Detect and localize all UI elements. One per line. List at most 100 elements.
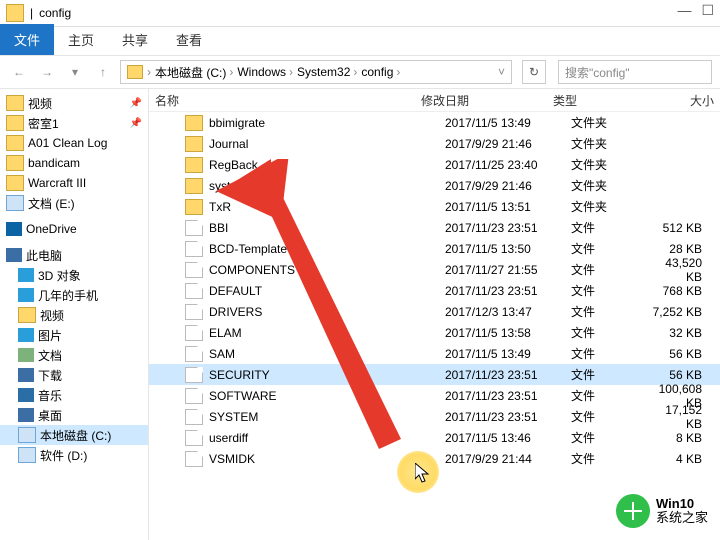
nav-tree[interactable]: 视频📌密室1📌A01 Clean LogbandicamWarcraft III… (0, 89, 149, 540)
col-date[interactable]: 修改日期 (415, 92, 547, 109)
onedrive-icon (6, 222, 22, 236)
file-name: SOFTWARE (209, 389, 277, 403)
file-size: 56 KB (651, 347, 720, 361)
table-row[interactable]: COMPONENTS2017/11/27 21:55文件43,520 KB (149, 259, 720, 280)
table-row[interactable]: TxR2017/11/5 13:51文件夹 (149, 196, 720, 217)
file-date: 2017/11/23 23:51 (439, 410, 565, 424)
table-row[interactable]: ELAM2017/11/5 13:58文件32 KB (149, 322, 720, 343)
file-name: RegBack (209, 158, 258, 172)
file-icon (185, 283, 203, 299)
file-icon (185, 304, 203, 320)
folder-icon (185, 199, 203, 215)
tree-item[interactable]: 视频 (0, 305, 148, 325)
file-date: 2017/11/25 23:40 (439, 158, 565, 172)
tree-item[interactable]: 文档 (E:) (0, 193, 148, 213)
table-row[interactable]: systemprofile2017/9/29 21:46文件夹 (149, 175, 720, 196)
file-name: TxR (209, 200, 231, 214)
file-name: VSMIDK (209, 452, 255, 466)
col-name[interactable]: 名称 (149, 92, 415, 109)
folder-icon (185, 178, 203, 194)
tree-onedrive[interactable]: OneDrive (0, 219, 148, 239)
file-size: 4 KB (651, 452, 720, 466)
file-type: 文件夹 (565, 114, 651, 131)
ribbon: 文件 主页 共享 查看 (0, 27, 720, 55)
file-type: 文件 (565, 429, 651, 446)
tree-item[interactable]: 文档 (0, 345, 148, 365)
table-row[interactable]: SECURITY2017/11/23 23:51文件56 KB (149, 364, 720, 385)
table-row[interactable]: SOFTWARE2017/11/23 23:51文件100,608 KB (149, 385, 720, 406)
file-type: 文件 (565, 219, 651, 236)
tree-this-pc[interactable]: 此电脑 (0, 245, 148, 265)
crumb-sep: › (147, 65, 151, 79)
tree-item[interactable]: 音乐 (0, 385, 148, 405)
search-input[interactable]: 搜索"config" (558, 60, 712, 84)
file-name: BCD-Template (209, 242, 287, 256)
table-row[interactable]: SAM2017/11/5 13:49文件56 KB (149, 343, 720, 364)
file-list: 名称 修改日期 类型 大小 bbimigrate2017/11/5 13:49文… (149, 89, 720, 540)
back-button[interactable]: ← (8, 61, 30, 83)
file-name: SYSTEM (209, 410, 258, 424)
file-icon (185, 262, 203, 278)
file-icon (185, 346, 203, 362)
refresh-button[interactable]: ↻ (522, 60, 546, 84)
tree-item[interactable]: A01 Clean Log (0, 133, 148, 153)
file-size: 28 KB (651, 242, 720, 256)
file-icon (185, 220, 203, 236)
forward-button[interactable]: → (36, 61, 58, 83)
table-row[interactable]: VSMIDK2017/9/29 21:44文件4 KB (149, 448, 720, 469)
address-dropdown-icon[interactable]: ˅ (498, 65, 505, 79)
table-row[interactable]: DEFAULT2017/11/23 23:51文件768 KB (149, 280, 720, 301)
table-row[interactable]: BBI2017/11/23 23:51文件512 KB (149, 217, 720, 238)
column-headers[interactable]: 名称 修改日期 类型 大小 (149, 89, 720, 112)
watermark-logo-icon (616, 494, 650, 528)
file-type: 文件 (565, 450, 651, 467)
tree-item[interactable]: Warcraft III (0, 173, 148, 193)
pc-icon (6, 248, 22, 262)
table-row[interactable]: SYSTEM2017/11/23 23:51文件17,152 KB (149, 406, 720, 427)
address-bar[interactable]: › 本地磁盘 (C:)› Windows› System32› config› … (120, 60, 512, 84)
watermark-sub: 系统之家 (656, 511, 708, 525)
file-type: 文件 (565, 261, 651, 278)
tree-item[interactable]: 软件 (D:) (0, 445, 148, 465)
tree-item[interactable]: 几年的手机 (0, 285, 148, 305)
tree-item[interactable]: 图片 (0, 325, 148, 345)
file-name: SAM (209, 347, 235, 361)
file-type: 文件 (565, 387, 651, 404)
tab-view[interactable]: 查看 (162, 24, 216, 55)
table-row[interactable]: DRIVERS2017/12/3 13:47文件7,252 KB (149, 301, 720, 322)
minimize-button[interactable]: — (677, 2, 691, 19)
table-row[interactable]: Journal2017/9/29 21:46文件夹 (149, 133, 720, 154)
maximize-button[interactable]: ☐ (701, 2, 714, 19)
file-date: 2017/11/27 21:55 (439, 263, 565, 277)
tree-item[interactable]: 桌面 (0, 405, 148, 425)
titlebar-sep: | (30, 6, 33, 20)
file-date: 2017/11/23 23:51 (439, 368, 565, 382)
table-row[interactable]: RegBack2017/11/25 23:40文件夹 (149, 154, 720, 175)
up-button[interactable]: ↑ (92, 61, 114, 83)
tree-item[interactable]: bandicam (0, 153, 148, 173)
file-icon (185, 388, 203, 404)
watermark-brand: Win10 (656, 497, 708, 511)
folder-icon (185, 115, 203, 131)
file-icon (185, 430, 203, 446)
col-size[interactable]: 大小 (639, 92, 720, 109)
chevron-down-icon[interactable]: ▾ (64, 61, 86, 83)
tab-home[interactable]: 主页 (54, 24, 108, 55)
tree-item[interactable]: 3D 对象 (0, 265, 148, 285)
file-date: 2017/11/23 23:51 (439, 221, 565, 235)
tree-item[interactable]: 本地磁盘 (C:) (0, 425, 148, 445)
file-type: 文件 (565, 303, 651, 320)
tab-file[interactable]: 文件 (0, 24, 54, 55)
file-size: 43,520 KB (651, 256, 720, 284)
tree-item[interactable]: 密室1📌 (0, 113, 148, 133)
tree-item[interactable]: 下载 (0, 365, 148, 385)
tab-share[interactable]: 共享 (108, 24, 162, 55)
table-row[interactable]: BCD-Template2017/11/5 13:50文件28 KB (149, 238, 720, 259)
table-row[interactable]: userdiff2017/11/5 13:46文件8 KB (149, 427, 720, 448)
breadcrumb: config› (361, 65, 400, 79)
dsk-icon (18, 408, 34, 422)
tree-item[interactable]: 视频📌 (0, 93, 148, 113)
dl-icon (18, 368, 34, 382)
col-type[interactable]: 类型 (547, 92, 639, 109)
table-row[interactable]: bbimigrate2017/11/5 13:49文件夹 (149, 112, 720, 133)
